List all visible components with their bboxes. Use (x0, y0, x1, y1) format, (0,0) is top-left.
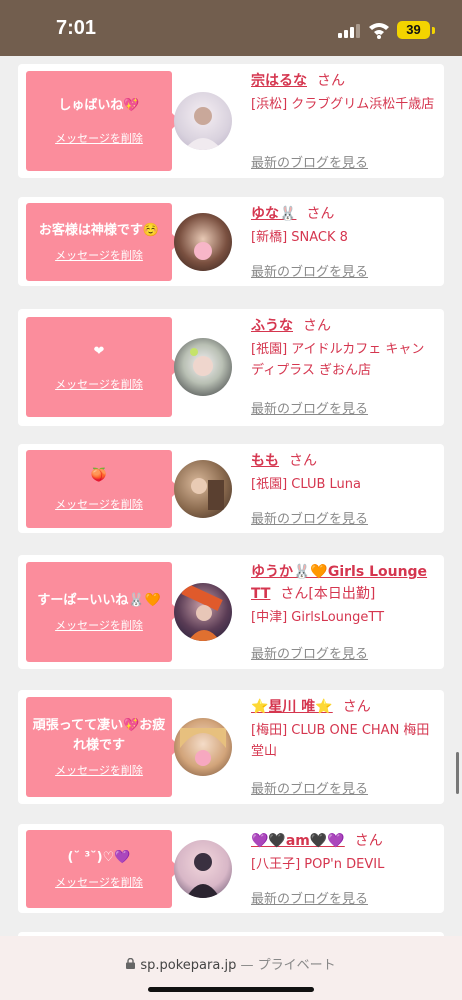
honorific: さん (289, 453, 317, 469)
message-feed[interactable]: しゅばいね💖 メッセージを削除 宗はるな さん [浜松] クラブグリム浜松千歳店 … (0, 56, 462, 936)
delete-message-link[interactable]: メッセージを削除 (55, 376, 143, 392)
message-card: お客様は神様です☺️ メッセージを削除 ゆな🐰 さん [新橋] SNACK 8 最… (18, 197, 444, 286)
working-today-tag: [本日出勤] (308, 586, 376, 602)
battery-icon: 39 (397, 21, 430, 39)
cast-name-link[interactable]: 宗はるな (251, 73, 307, 89)
shop-name: [新橋] SNACK 8 (251, 230, 348, 245)
message-bubble: ❤ メッセージを削除 (26, 317, 180, 417)
avatar[interactable] (174, 213, 232, 271)
latest-blog-link[interactable]: 最新のブログを見る (251, 398, 368, 417)
latest-blog-link[interactable]: 最新のブログを見る (251, 643, 368, 662)
message-card: 🍑 メッセージを削除 もも さん [祇園] CLUB Luna 最新のブログを見る (18, 444, 444, 533)
status-bar: 7:01 39 (0, 0, 462, 56)
delete-message-link[interactable]: メッセージを削除 (55, 496, 143, 512)
honorific: さん (303, 318, 331, 334)
honorific: さん (317, 73, 345, 89)
cast-name-link[interactable]: もも (251, 453, 279, 469)
avatar[interactable] (174, 338, 232, 396)
message-text: 頑張ってて凄い💖お疲れ様です (32, 718, 166, 753)
message-text: しゅばいね💖 (58, 98, 140, 113)
status-time: 7:01 (56, 17, 97, 39)
shop-name: [梅田] CLUB ONE CHAN 梅田堂山 (251, 723, 430, 759)
cast-name-link[interactable]: ゆな🐰 (251, 206, 296, 222)
message-text: 🍑 (90, 468, 108, 483)
url-domain: sp.pokepara.jp (140, 958, 237, 973)
cast-info: ゆうか🐰🧡Girls Lounge TT さん[本日出勤] [中津] GirlsL… (251, 561, 437, 628)
cast-name-link[interactable]: ⭐星川 唯⭐ (251, 699, 333, 715)
shop-name: [浜松] クラブグリム浜松千歳店 (251, 97, 435, 112)
honorific: さん (342, 699, 371, 715)
latest-blog-link[interactable]: 最新のブログを見る (251, 508, 368, 527)
message-bubble: お客様は神様です☺️ メッセージを削除 (26, 203, 180, 281)
lock-icon (126, 957, 136, 973)
avatar[interactable] (174, 92, 232, 150)
message-bubble: しゅばいね💖 メッセージを削除 (26, 71, 180, 171)
message-bubble: 🍑 メッセージを削除 (26, 450, 180, 528)
private-mode-label: — プライベート (240, 958, 336, 973)
cast-info: ⭐星川 唯⭐ さん [梅田] CLUB ONE CHAN 梅田堂山 (251, 696, 437, 762)
cast-info: もも さん [祇園] CLUB Luna (251, 450, 437, 495)
cast-info: 💜🖤am🖤💜 さん [八王子] POP'n DEVIL (251, 830, 437, 875)
url-display[interactable]: sp.pokepara.jp — プライベート (0, 954, 462, 973)
delete-message-link[interactable]: メッセージを削除 (55, 762, 143, 778)
delete-message-link[interactable]: メッセージを削除 (55, 617, 143, 633)
message-card: ❤ メッセージを削除 ふうな さん [祇園] アイドルカフェ キャンディプラス ぎ… (18, 309, 444, 426)
latest-blog-link[interactable]: 最新のブログを見る (251, 152, 368, 171)
shop-name: [中津] GirlsLoungeTT (251, 610, 385, 625)
cast-name-link[interactable]: ふうな (251, 318, 293, 334)
shop-name: [祇園] CLUB Luna (251, 477, 361, 492)
battery-cap (432, 27, 435, 34)
cast-info: ゆな🐰 さん [新橋] SNACK 8 (251, 203, 437, 248)
delete-message-link[interactable]: メッセージを削除 (55, 874, 143, 890)
honorific: さん (280, 586, 309, 602)
message-card: (˘ ³˘)♡💜 メッセージを削除 💜🖤am🖤💜 さん [八王子] POP'n D… (18, 824, 444, 913)
cast-info: 宗はるな さん [浜松] クラブグリム浜松千歳店 (251, 70, 437, 115)
message-card: 頑張ってて凄い💖お疲れ様です メッセージを削除 ⭐星川 唯⭐ さん [梅田] CL… (18, 690, 444, 804)
delete-message-link[interactable]: メッセージを削除 (55, 130, 143, 146)
shop-name: [祇園] アイドルカフェ キャンディプラス ぎおん店 (251, 342, 425, 378)
message-text: すーぱーいいね🐰🧡 (37, 593, 161, 608)
cast-name-link[interactable]: 💜🖤am🖤💜 (251, 833, 345, 849)
message-card: すーぱーいいね🐰🧡 メッセージを削除 ゆうか🐰🧡Girls Lounge TT さ… (18, 555, 444, 669)
wifi-icon (368, 21, 390, 39)
message-bubble: すーぱーいいね🐰🧡 メッセージを削除 (26, 562, 180, 662)
latest-blog-link[interactable]: 最新のブログを見る (251, 778, 368, 797)
latest-blog-link[interactable]: 最新のブログを見る (251, 261, 368, 280)
message-bubble: (˘ ³˘)♡💜 メッセージを削除 (26, 830, 180, 908)
delete-message-link[interactable]: メッセージを削除 (55, 247, 143, 263)
avatar[interactable] (174, 718, 232, 776)
avatar[interactable] (174, 583, 232, 641)
avatar[interactable] (174, 460, 232, 518)
scrollbar[interactable] (456, 752, 459, 794)
honorific: さん (306, 206, 335, 222)
message-text: (˘ ³˘)♡💜 (67, 850, 131, 865)
avatar[interactable] (174, 840, 232, 898)
shop-name: [八王子] POP'n DEVIL (251, 857, 385, 872)
message-bubble: 頑張ってて凄い💖お疲れ様です メッセージを削除 (26, 697, 180, 797)
home-indicator[interactable] (148, 987, 314, 992)
message-card: しゅばいね💖 メッセージを削除 宗はるな さん [浜松] クラブグリム浜松千歳店 … (18, 64, 444, 178)
message-text: ❤ (93, 344, 105, 359)
message-text: お客様は神様です☺️ (38, 223, 160, 238)
latest-blog-link[interactable]: 最新のブログを見る (251, 888, 368, 907)
cast-info: ふうな さん [祇園] アイドルカフェ キャンディプラス ぎおん店 (251, 315, 437, 381)
honorific: さん (354, 833, 383, 849)
signal-icon (338, 24, 360, 38)
